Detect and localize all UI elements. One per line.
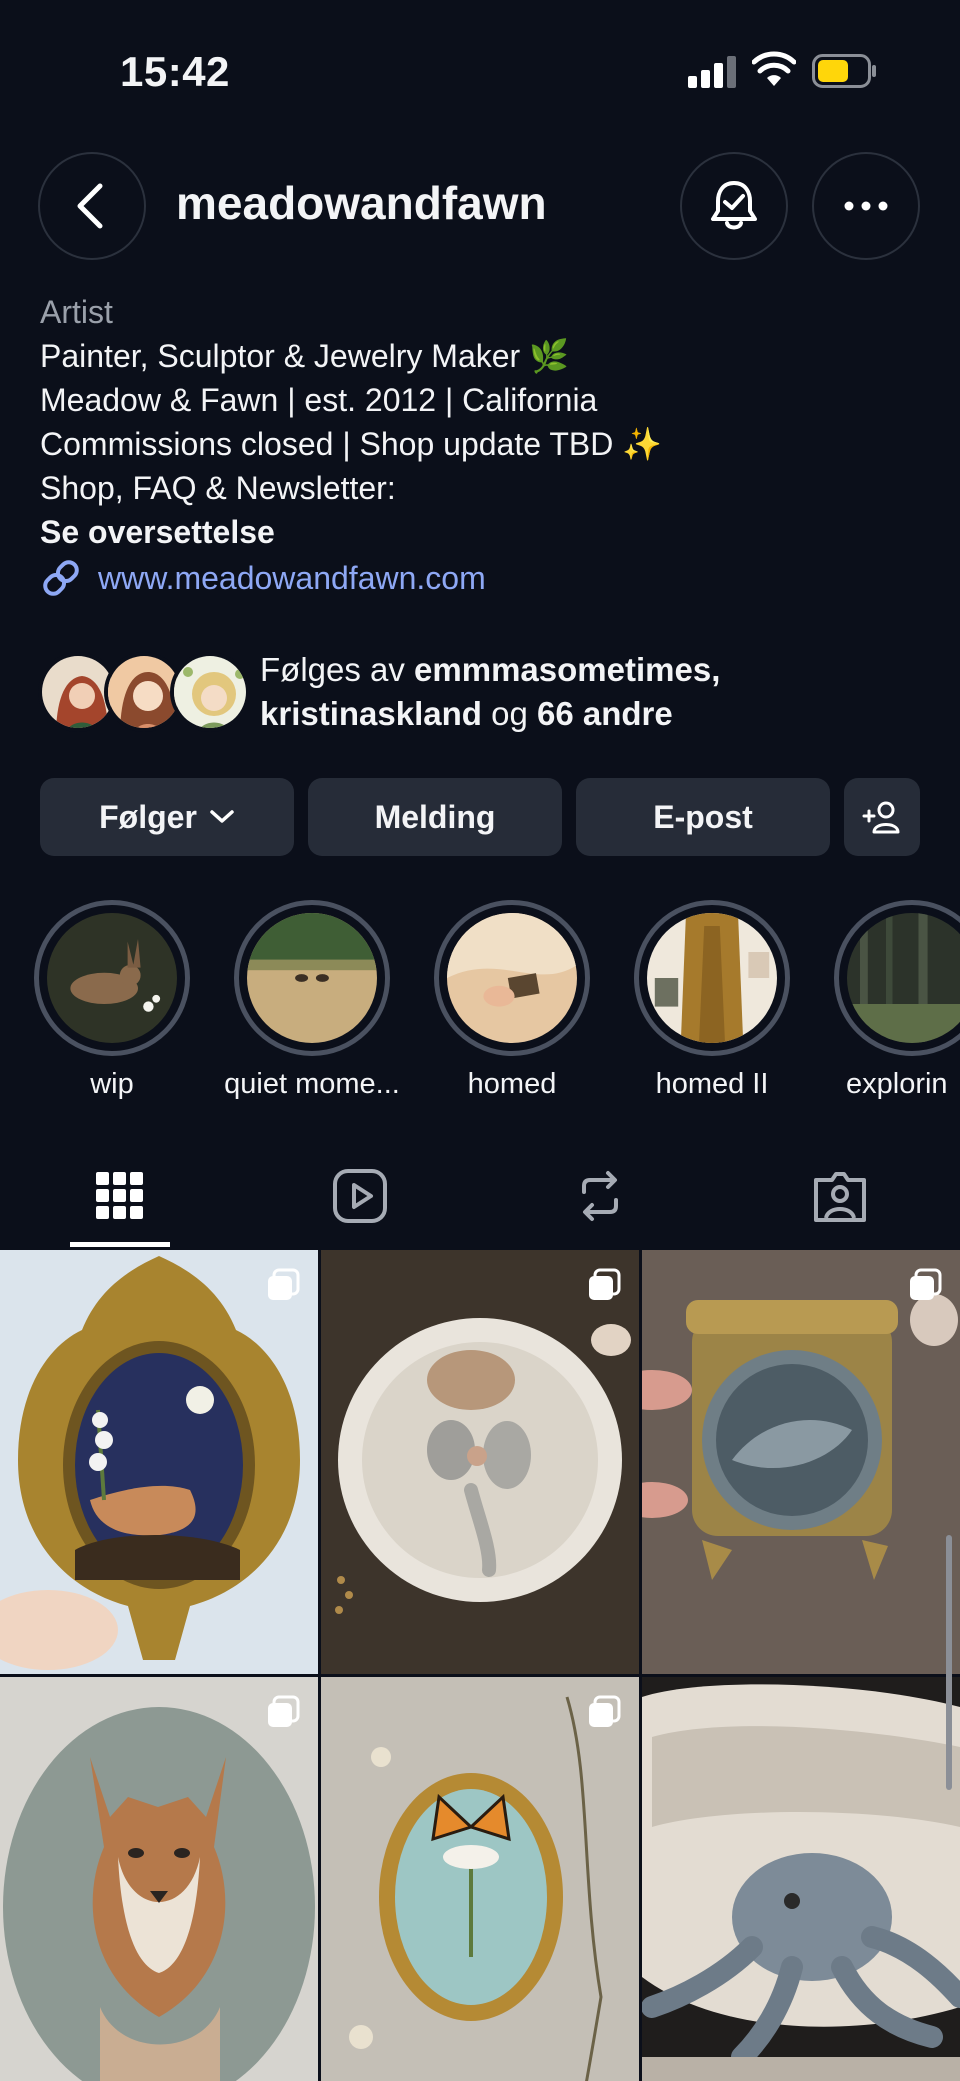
highlight-item[interactable]: wip (34, 900, 190, 1101)
tagged-icon (814, 1172, 866, 1222)
profile-link[interactable]: www.meadowandfawn.com (40, 556, 920, 600)
highlight-label: wip (90, 1068, 134, 1100)
more-options-button[interactable] (812, 152, 920, 260)
chevron-down-icon (210, 810, 234, 823)
reels-icon (333, 1169, 387, 1223)
followed-by-text: Følges av emmmasometimes, kristinaskland… (260, 651, 721, 732)
post-thumbnail[interactable] (642, 1250, 960, 1674)
multiple-photos-icon (589, 1268, 621, 1300)
status-bar: 15:42 (0, 0, 960, 140)
highlight-cover (847, 913, 960, 1043)
profile-tabs (0, 1152, 960, 1248)
email-button-label: E-post (653, 798, 753, 835)
post-image (321, 1250, 639, 1674)
highlight-item[interactable]: homed (434, 900, 590, 1101)
tab-posts[interactable] (90, 1166, 150, 1226)
bio-line: Commissions closed | Shop update TBD ✨ (40, 426, 663, 462)
message-button[interactable]: Melding (308, 778, 562, 856)
add-person-icon (862, 801, 900, 834)
highlight-cover (247, 913, 377, 1043)
post-thumbnail[interactable] (321, 1677, 639, 2081)
chevron-left-icon (77, 183, 103, 229)
post-image (321, 1677, 639, 2081)
highlight-item[interactable]: explorin (834, 900, 960, 1101)
signal-icon (688, 56, 736, 88)
grid-icon (96, 1172, 143, 1219)
multiple-photos-icon (589, 1695, 621, 1727)
post-thumbnail[interactable] (321, 1250, 639, 1674)
profile-category: Artist (40, 294, 113, 330)
highlight-label: quiet mome... (224, 1068, 400, 1100)
email-button[interactable]: E-post (576, 778, 830, 856)
reposts-icon (582, 1171, 618, 1221)
highlight-item[interactable]: quiet mome... (224, 900, 400, 1101)
multiple-photos-icon (910, 1268, 942, 1300)
following-button[interactable]: Følger (40, 778, 294, 856)
profile-bio: Artist Painter, Sculptor & Jewelry Maker… (40, 290, 920, 600)
followed-by[interactable]: Følges av emmmasometimes, kristinaskland… (38, 648, 938, 738)
highlight-label: homed II (655, 1068, 769, 1100)
highlight-cover (647, 913, 777, 1043)
following-button-label: Følger (99, 798, 197, 835)
bio-line: Painter, Sculptor & Jewelry Maker 🌿 (40, 338, 569, 374)
post-image (642, 1250, 960, 1674)
link-icon (43, 560, 79, 596)
highlight-cover (447, 913, 577, 1043)
avatar (170, 652, 250, 732)
post-thumbnail[interactable] (0, 1250, 318, 1674)
notifications-button[interactable] (680, 152, 788, 260)
bio-line: Meadow & Fawn | est. 2012 | California (40, 382, 598, 418)
post-image (642, 1677, 960, 2081)
active-tab-indicator (70, 1242, 170, 1247)
more-dots-icon (844, 201, 888, 211)
post-thumbnail[interactable] (0, 1677, 318, 2081)
see-translation-link[interactable]: Se oversettelse (40, 510, 920, 554)
message-button-label: Melding (374, 798, 496, 835)
tab-reposts[interactable] (570, 1166, 630, 1226)
post-thumbnail[interactable] (642, 1677, 960, 2081)
highlight-label: explorin (846, 1068, 948, 1100)
bell-check-icon (711, 181, 757, 230)
bio-line: Shop, FAQ & Newsletter: (40, 470, 396, 506)
tab-reels[interactable] (330, 1166, 390, 1226)
post-image (0, 1250, 318, 1674)
highlight-label: homed (467, 1068, 557, 1100)
tab-tagged[interactable] (810, 1166, 870, 1226)
back-button[interactable] (38, 152, 146, 260)
highlight-cover (47, 913, 177, 1043)
wifi-icon (752, 51, 796, 86)
suggest-people-button[interactable] (844, 778, 920, 856)
status-time: 15:42 (120, 48, 230, 95)
multiple-photos-icon (268, 1268, 300, 1300)
profile-link-text[interactable]: www.meadowandfawn.com (98, 556, 486, 600)
profile-username: meadowandfawn (176, 177, 547, 229)
post-image (0, 1677, 318, 2081)
scrollbar[interactable] (946, 1535, 952, 1790)
highlight-item[interactable]: homed II (634, 900, 790, 1101)
battery-icon (812, 54, 876, 88)
multiple-photos-icon (268, 1695, 300, 1727)
